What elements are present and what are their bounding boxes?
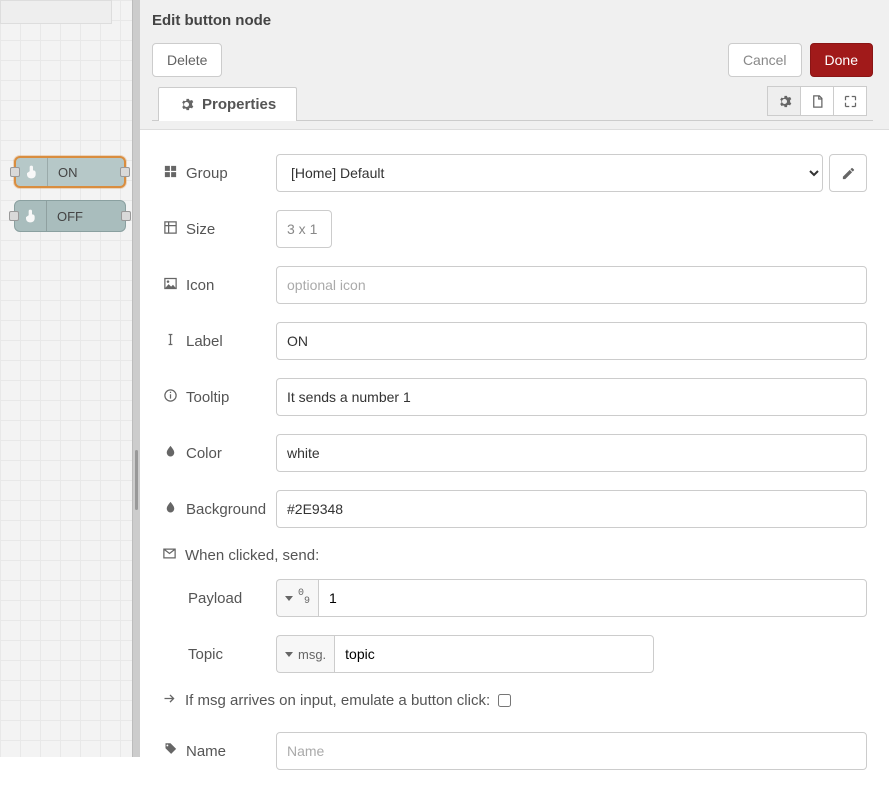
node-off[interactable]: OFF	[14, 200, 126, 232]
tab-properties-label: Properties	[202, 96, 276, 113]
tab-icon-appearance[interactable]	[833, 86, 867, 116]
caret-down-icon	[285, 652, 293, 657]
edit-panel: Edit button node Delete Cancel Done Prop…	[140, 0, 889, 757]
tab-properties[interactable]: Properties	[158, 87, 297, 121]
cursor-text-icon	[162, 332, 178, 351]
tint-icon	[162, 500, 178, 519]
label-topic: Topic	[162, 646, 270, 663]
cancel-button[interactable]: Cancel	[728, 43, 802, 77]
tooltip-input[interactable]	[276, 378, 867, 416]
grid-icon	[162, 164, 178, 183]
node-port-out[interactable]	[121, 211, 131, 221]
emulate-label: If msg arrives on input, emulate a butto…	[185, 692, 490, 709]
label-group: Group	[162, 164, 270, 183]
label-input[interactable]	[276, 322, 867, 360]
emulate-checkbox[interactable]	[498, 694, 511, 707]
emulate-row: If msg arrives on input, emulate a butto…	[162, 691, 867, 710]
tab-row: Properties	[152, 81, 873, 121]
envelope-icon	[162, 546, 177, 565]
number-type-icon: 0 9	[298, 590, 310, 606]
pointer-icon	[24, 164, 40, 180]
expand-icon	[843, 94, 858, 109]
label-size: Size	[162, 220, 270, 239]
edit-group-button[interactable]	[829, 154, 867, 192]
topic-input[interactable]	[334, 635, 654, 673]
done-button[interactable]: Done	[810, 43, 873, 77]
pointer-icon	[23, 208, 39, 224]
tab-icon-docs[interactable]	[800, 86, 834, 116]
node-icon	[15, 201, 47, 231]
file-icon	[810, 94, 825, 109]
caret-down-icon	[285, 596, 293, 601]
label-icon: Icon	[162, 276, 270, 295]
node-label: ON	[48, 165, 78, 180]
label-color: Color	[162, 444, 270, 463]
tag-icon	[162, 742, 178, 761]
tint-icon	[162, 444, 178, 463]
arrow-right-icon	[162, 691, 177, 710]
gear-icon	[179, 97, 194, 112]
gear-icon	[777, 94, 792, 109]
size-input[interactable]	[276, 210, 332, 248]
properties-form: Group [Home] Default Size	[140, 130, 889, 798]
node-port-out[interactable]	[120, 167, 130, 177]
node-on[interactable]: ON	[14, 156, 126, 188]
label-tooltip: Tooltip	[162, 388, 270, 407]
canvas-tab-strip	[0, 0, 112, 24]
color-input[interactable]	[276, 434, 867, 472]
label-payload: Payload	[162, 590, 270, 607]
when-clicked-label: When clicked, send:	[162, 546, 867, 565]
background-input[interactable]	[276, 490, 867, 528]
icon-input[interactable]	[276, 266, 867, 304]
delete-button[interactable]: Delete	[152, 43, 222, 77]
flow-canvas[interactable]: ON OFF	[0, 0, 140, 757]
node-icon	[16, 158, 48, 186]
payload-type-button[interactable]: 0 9	[276, 579, 318, 617]
label-label: Label	[162, 332, 270, 351]
tab-icon-settings[interactable]	[767, 86, 801, 116]
size-icon	[162, 220, 178, 239]
panel-resize-handle[interactable]	[132, 0, 140, 757]
node-port-in[interactable]	[9, 211, 19, 221]
node-label: OFF	[47, 209, 83, 224]
panel-header: Edit button node Delete Cancel Done Prop…	[140, 0, 889, 130]
panel-title: Edit button node	[152, 12, 873, 29]
label-background: Background	[162, 500, 270, 519]
group-select[interactable]: [Home] Default	[276, 154, 823, 192]
label-name: Name	[162, 742, 270, 761]
name-input[interactable]	[276, 732, 867, 770]
payload-input[interactable]	[318, 579, 867, 617]
node-port-in[interactable]	[10, 167, 20, 177]
image-icon	[162, 276, 178, 295]
pencil-icon	[841, 166, 856, 181]
info-icon	[162, 388, 178, 407]
topic-type-button[interactable]: msg.	[276, 635, 334, 673]
